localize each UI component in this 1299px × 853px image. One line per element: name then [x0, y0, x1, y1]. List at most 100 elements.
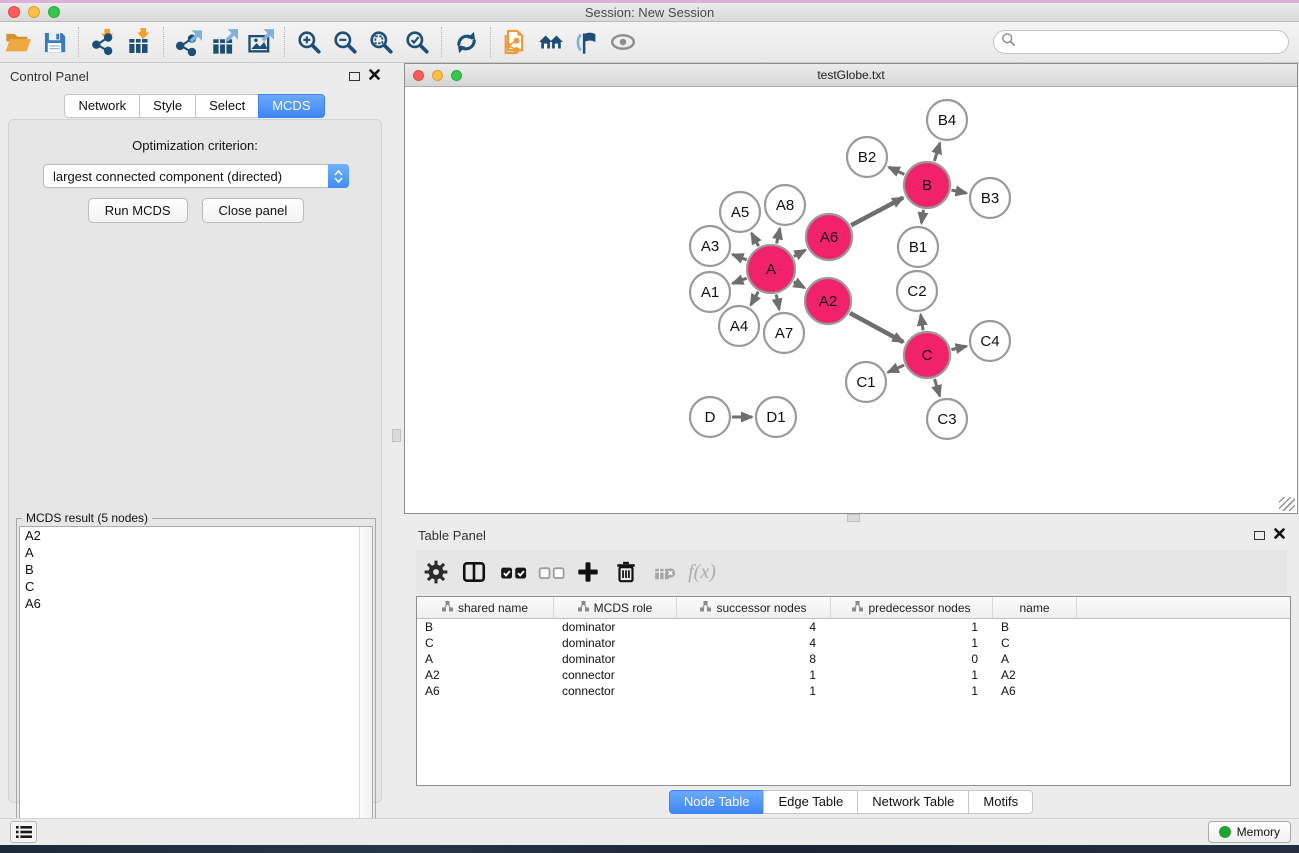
table-cell[interactable]: A2 [993, 667, 1077, 683]
table-cell[interactable]: 1 [677, 667, 831, 683]
export-image-icon[interactable] [242, 25, 278, 59]
graph-node-A1[interactable]: A1 [690, 272, 730, 312]
graph-edge-A6-B[interactable] [851, 198, 903, 226]
network-window-titlebar[interactable]: testGlobe.txt [405, 64, 1297, 87]
save-session-icon[interactable] [36, 25, 72, 59]
zoom-fit-icon[interactable] [363, 25, 399, 59]
refresh-icon[interactable] [448, 25, 484, 59]
table-cell[interactable]: 1 [831, 635, 993, 651]
graph-node-B[interactable]: B [904, 162, 950, 208]
task-history-button[interactable] [10, 821, 37, 843]
main-titlebar[interactable]: Session: New Session [0, 3, 1299, 22]
tab-network-table[interactable]: Network Table [857, 790, 969, 814]
search-box[interactable] [993, 30, 1289, 54]
vertical-splitter[interactable] [390, 63, 404, 818]
graph-edge-B-B4[interactable] [934, 143, 940, 161]
vertical-splitter-handle[interactable] [392, 429, 401, 442]
graph-edge-A-A4[interactable] [751, 292, 759, 305]
criterion-dropdown[interactable]: largest connected component (directed) [43, 164, 349, 188]
graph-node-A[interactable]: A [747, 245, 795, 293]
tab-node-table[interactable]: Node Table [669, 790, 765, 814]
tab-mcds[interactable]: MCDS [258, 94, 324, 118]
table-cell[interactable]: dominator [554, 635, 677, 651]
graph-node-A2[interactable]: A2 [805, 278, 851, 324]
table-row[interactable]: Adominator80A [417, 651, 1290, 667]
table-cell[interactable]: dominator [554, 651, 677, 667]
table-cell[interactable]: 4 [677, 619, 831, 635]
graph-edge-C-C1[interactable] [888, 365, 904, 372]
network-graph-canvas[interactable]: B4 B2 B B3 A5 A8 A6 A3 B1 A C2 A1 A2 [406, 88, 1296, 513]
graph-node-A4[interactable]: A4 [719, 306, 759, 346]
eye-icon[interactable] [605, 25, 641, 59]
tab-motifs[interactable]: Motifs [968, 790, 1033, 814]
export-table-icon[interactable] [206, 25, 242, 59]
table-cell[interactable]: 0 [831, 651, 993, 667]
mcds-result-item[interactable]: A [20, 544, 372, 561]
tab-style[interactable]: Style [139, 94, 196, 118]
mcds-list-scrollbar[interactable] [359, 527, 372, 847]
columns-icon[interactable] [456, 555, 492, 589]
table-cell[interactable]: connector [554, 683, 677, 699]
graph-edge-A-A7[interactable] [776, 295, 779, 310]
table-cell[interactable]: B [993, 619, 1077, 635]
table-cell[interactable]: A6 [417, 683, 554, 699]
column-header-predecessor-nodes[interactable]: predecessor nodes [831, 597, 993, 618]
table-cell[interactable]: dominator [554, 619, 677, 635]
table-cell[interactable]: A [993, 651, 1077, 667]
graph-edge-B-B3[interactable] [952, 190, 967, 193]
tab-select[interactable]: Select [195, 94, 259, 118]
graph-node-B2[interactable]: B2 [847, 137, 887, 177]
search-input[interactable] [1021, 35, 1288, 49]
table-cell[interactable]: A6 [993, 683, 1077, 699]
mcds-result-list[interactable]: A2ABCA6 [19, 526, 373, 848]
column-header-MCDS-role[interactable]: MCDS role [554, 597, 677, 618]
graph-edge-A-A1[interactable] [733, 278, 747, 283]
close-panel-button[interactable]: Close panel [202, 198, 305, 223]
resize-grip[interactable] [1279, 497, 1295, 511]
gear-icon[interactable] [418, 555, 454, 589]
graph-node-C1[interactable]: C1 [846, 362, 886, 402]
import-network-icon[interactable] [85, 25, 121, 59]
graph-node-A5[interactable]: A5 [720, 192, 760, 232]
graph-node-C3[interactable]: C3 [927, 399, 967, 439]
column-header-shared-name[interactable]: shared name [417, 597, 554, 618]
float-table-panel-icon[interactable] [1254, 531, 1265, 540]
horizontal-splitter-handle[interactable] [847, 514, 860, 522]
zoom-out-icon[interactable] [327, 25, 363, 59]
trash-icon[interactable] [608, 555, 644, 589]
mcds-result-item[interactable]: A6 [20, 595, 372, 612]
table-cell[interactable]: 1 [831, 683, 993, 699]
checkboxes-unchecked-icon[interactable] [532, 555, 568, 589]
graph-edge-B-B2[interactable] [889, 167, 905, 174]
flag-icon[interactable] [569, 25, 605, 59]
table-cell[interactable]: 1 [677, 683, 831, 699]
float-panel-icon[interactable] [349, 72, 360, 81]
table-row[interactable]: A2connector11A2 [417, 667, 1290, 683]
mcds-result-item[interactable]: A2 [20, 527, 372, 544]
graph-node-B1[interactable]: B1 [898, 227, 938, 267]
run-mcds-button[interactable]: Run MCDS [88, 198, 188, 223]
table-cell[interactable]: connector [554, 667, 677, 683]
checkboxes-checked-icon[interactable] [494, 555, 530, 589]
tab-edge-table[interactable]: Edge Table [763, 790, 858, 814]
memory-button[interactable]: Memory [1208, 821, 1291, 843]
graph-node-D1[interactable]: D1 [756, 397, 796, 437]
horizontal-splitter[interactable] [404, 514, 1299, 524]
graph-node-A6[interactable]: A6 [806, 214, 852, 260]
zoom-in-icon[interactable] [291, 25, 327, 59]
open-file-icon[interactable] [0, 25, 36, 59]
graph-node-A7[interactable]: A7 [764, 313, 804, 353]
table-cell[interactable]: A [417, 651, 554, 667]
graph-edge-A-A3[interactable] [733, 255, 747, 260]
graph-edge-A-A8[interactable] [777, 228, 780, 243]
graph-edge-A-A5[interactable] [752, 233, 759, 246]
plus-icon[interactable] [570, 555, 606, 589]
table-cell[interactable]: A2 [417, 667, 554, 683]
graph-edge-B-B1[interactable] [921, 210, 923, 224]
graph-edge-C-C2[interactable] [921, 315, 923, 331]
graph-edge-A-A2[interactable] [794, 282, 805, 288]
graph-node-C[interactable]: C [904, 332, 950, 378]
graph-node-B4[interactable]: B4 [927, 100, 967, 140]
mcds-result-item[interactable]: B [20, 561, 372, 578]
close-panel-icon[interactable] [369, 67, 380, 85]
